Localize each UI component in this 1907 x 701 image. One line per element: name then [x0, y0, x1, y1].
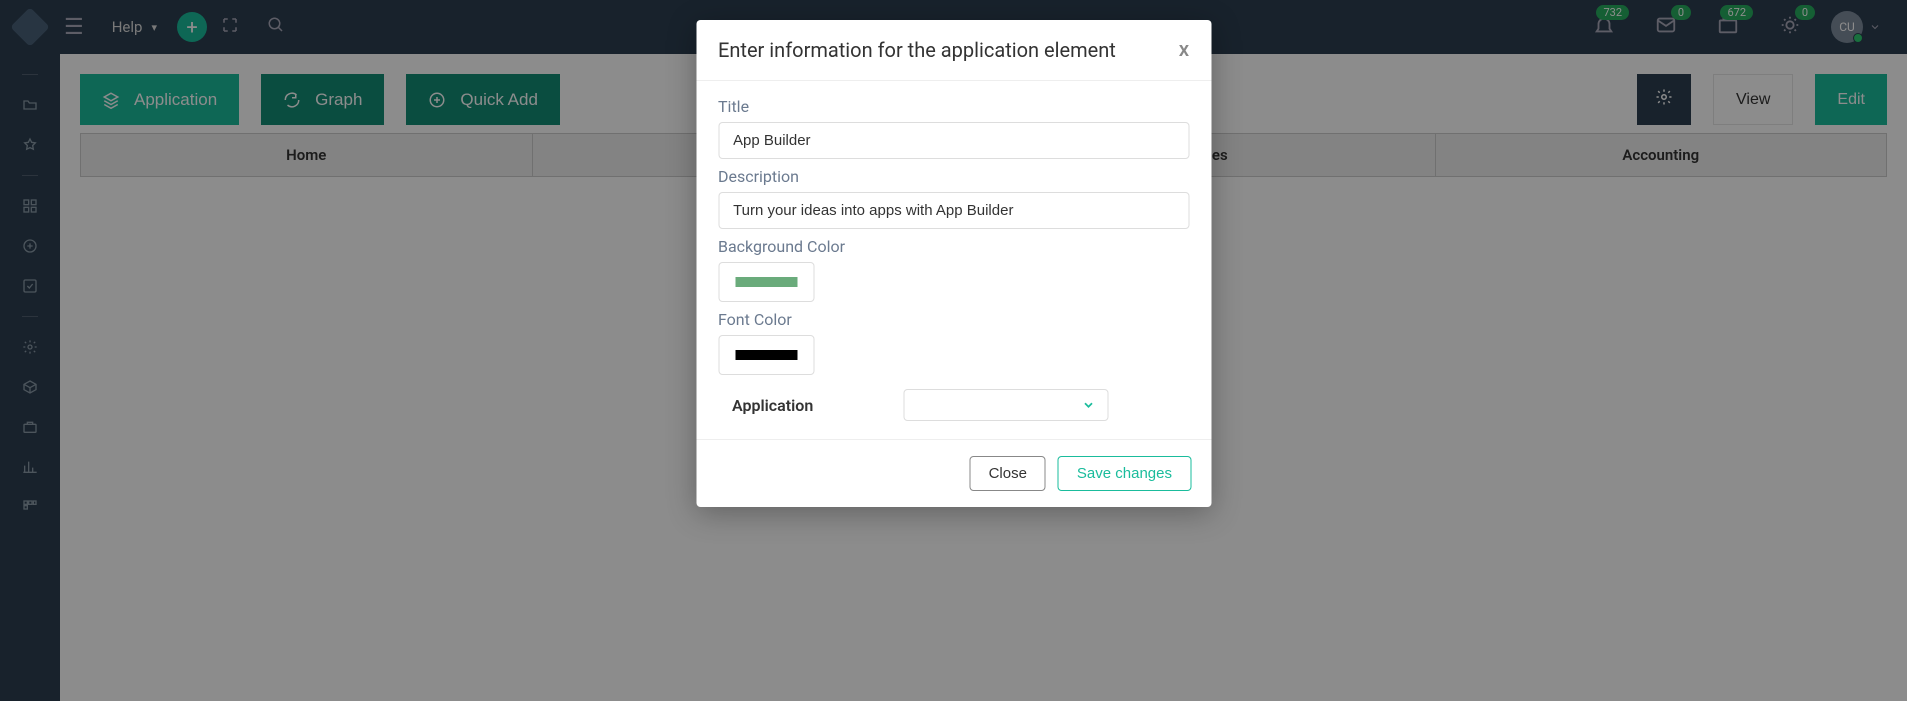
bgcolor-swatch	[735, 277, 797, 287]
title-input[interactable]	[718, 122, 1189, 159]
modal-close-icon[interactable]: X	[1179, 41, 1189, 60]
bgcolor-picker[interactable]	[718, 262, 814, 302]
close-button[interactable]: Close	[970, 456, 1046, 491]
application-element-modal: Enter information for the application el…	[696, 20, 1211, 507]
title-label: Title	[718, 97, 1189, 116]
fontcolor-picker[interactable]	[718, 335, 814, 375]
application-label: Application	[718, 396, 883, 415]
modal-body: Title Description Background Color Font …	[696, 81, 1211, 439]
fontcolor-label: Font Color	[718, 310, 1189, 329]
modal-footer: Close Save changes	[696, 439, 1211, 507]
description-label: Description	[718, 167, 1189, 186]
modal-title: Enter information for the application el…	[718, 38, 1116, 62]
chevron-down-icon	[1081, 398, 1095, 412]
application-select[interactable]	[903, 389, 1108, 421]
modal-header: Enter information for the application el…	[696, 20, 1211, 81]
description-input[interactable]	[718, 192, 1189, 229]
fontcolor-swatch	[735, 350, 797, 360]
bgcolor-label: Background Color	[718, 237, 1189, 256]
save-changes-button[interactable]: Save changes	[1058, 456, 1191, 491]
